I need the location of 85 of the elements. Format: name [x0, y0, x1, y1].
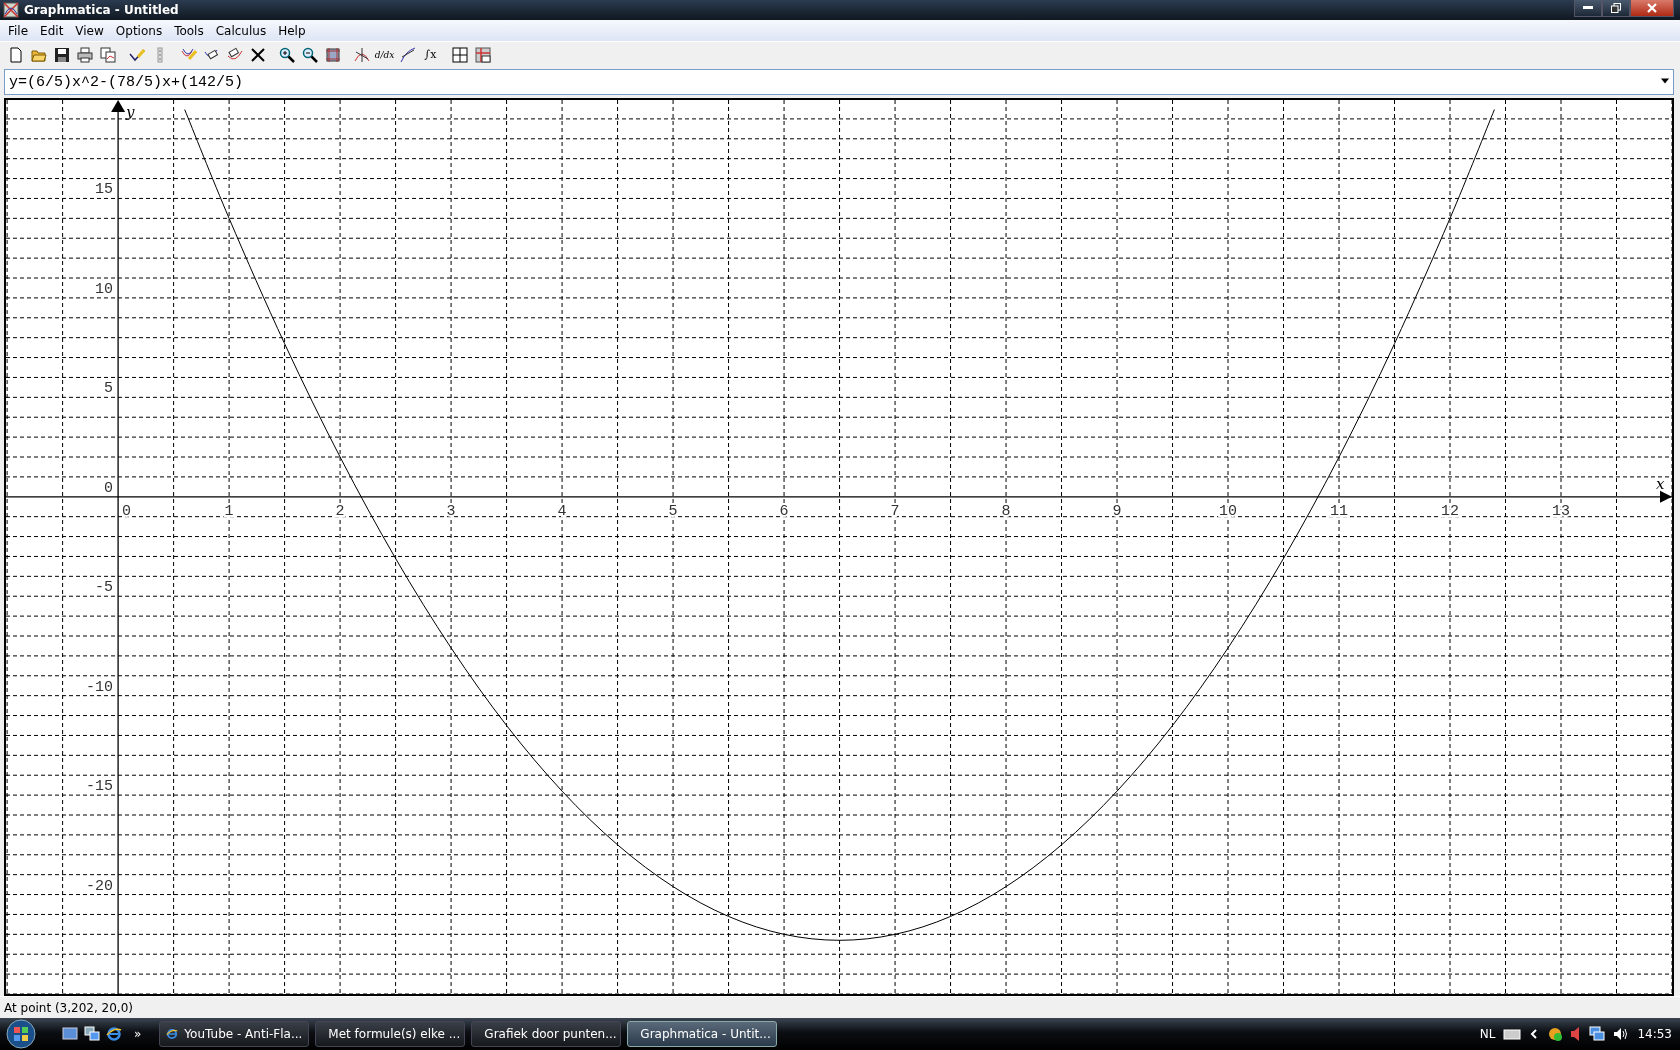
toolbar-button[interactable]: d/dx: [375, 45, 394, 64]
tick-label: 2: [335, 502, 345, 520]
browser-icon: [166, 1026, 179, 1042]
menu-item[interactable]: Edit: [34, 23, 70, 38]
toolbar-button[interactable]: [300, 45, 319, 64]
delete-icon: [249, 46, 266, 63]
grid-fit-icon: [324, 46, 341, 63]
menu-item[interactable]: Help: [272, 23, 312, 38]
tick-label: 7: [890, 502, 900, 520]
desktop-icon: [62, 1026, 78, 1042]
taskbar-button[interactable]: Grafiek door punten...: [471, 1021, 622, 1047]
more-button[interactable]: »: [134, 1027, 142, 1041]
tick-label: 10: [95, 280, 114, 298]
tick-label: -20: [86, 877, 114, 895]
tick-label: 12: [1441, 502, 1459, 520]
speaker-icon: [1571, 1027, 1582, 1041]
printer-icon: [76, 46, 93, 63]
graph-app-icon: [3, 2, 19, 18]
chevron-left-icon: [1529, 1028, 1540, 1040]
toolbar-button[interactable]: [352, 45, 371, 64]
copy-icon: [99, 46, 116, 63]
tick-label: 5: [668, 502, 678, 520]
taskbar-button[interactable]: Met formule(s) elke ...: [315, 1021, 466, 1047]
table-icon: [451, 46, 468, 63]
eraser-icon: [226, 46, 243, 63]
tick-label: 4: [557, 502, 567, 520]
tick-label: -5: [95, 579, 114, 597]
tick-label: 0: [122, 502, 132, 520]
toolbar-button[interactable]: [398, 45, 417, 64]
slope-curve-icon: [399, 46, 416, 63]
tick-label: 15: [95, 181, 114, 199]
table-edit-icon: [474, 46, 491, 63]
axis-label: y: [126, 103, 135, 121]
window-title: Graphmatica - Untitled: [24, 3, 180, 17]
tick-label: 6: [779, 502, 789, 520]
tangent-icon: [353, 46, 370, 63]
save-icon: [53, 46, 70, 63]
menu-item[interactable]: View: [69, 23, 110, 38]
toolbar-button[interactable]: [75, 45, 94, 64]
taskbar-button[interactable]: YouTube - Anti-Fla...: [159, 1021, 310, 1047]
menu-item[interactable]: Tools: [168, 23, 210, 38]
keyboard-icon: [1503, 1028, 1522, 1040]
status-text: At point (3,202, 20,0): [4, 1000, 133, 1015]
network-icon: [1589, 1026, 1606, 1042]
restore-button[interactable]: [1602, 0, 1630, 17]
restore-icon: [1611, 3, 1621, 13]
tick-label: 13: [1552, 502, 1570, 520]
clock[interactable]: 14:53: [1637, 1027, 1672, 1041]
start-icon: [5, 1018, 37, 1050]
zoom-out-icon: [301, 46, 318, 63]
window-switch-icon: [84, 1026, 100, 1042]
volume-icon: [1613, 1026, 1630, 1042]
axis-label: x: [1656, 474, 1665, 493]
toolbar-button[interactable]: [450, 45, 469, 64]
minimize-icon: [1583, 6, 1593, 10]
zoom-in-icon: [278, 46, 295, 63]
curves-pencil-icon: [180, 46, 197, 63]
tick-label: -10: [86, 678, 114, 696]
taskbar-button[interactable]: Graphmatica - Untit...: [627, 1021, 778, 1047]
tick-label: 5: [104, 380, 114, 398]
toolbar-button[interactable]: [248, 45, 267, 64]
menu-item[interactable]: Options: [109, 23, 169, 38]
tick-label: 10: [1219, 502, 1238, 520]
toolbar-button[interactable]: [277, 45, 296, 64]
tick-label: 11: [1330, 502, 1349, 520]
menu-item[interactable]: File: [2, 23, 35, 38]
graph-area[interactable]: 0 1 2 3 4 5 6 7 8 9 10 11 12 13 -20 -15 -10 -5 0 5 10 15 y x: [4, 98, 1674, 996]
dropdown-arrow-icon: [1660, 78, 1670, 84]
tick-label: 3: [446, 502, 456, 520]
new-file-icon: [7, 46, 24, 63]
pencil-check-icon: [128, 46, 145, 63]
minimize-button[interactable]: [1574, 0, 1602, 17]
tick-label: -15: [86, 778, 114, 796]
menu-item[interactable]: Calculus: [209, 23, 273, 38]
close-icon: [1647, 3, 1657, 13]
toolbar-button[interactable]: [52, 45, 71, 64]
tick-label: 0: [104, 479, 114, 497]
language-indicator[interactable]: NL: [1479, 1027, 1496, 1041]
equation-field[interactable]: y=(6/5)x^2-(78/5)x+(142/5): [4, 69, 1674, 95]
toolbar-button[interactable]: ∫x: [421, 45, 440, 64]
tick-label: 8: [1001, 502, 1011, 520]
close-button[interactable]: [1630, 0, 1674, 17]
tick-label: 1: [224, 502, 234, 520]
tick-label: 9: [1112, 502, 1122, 520]
browser-icon: [106, 1026, 122, 1042]
